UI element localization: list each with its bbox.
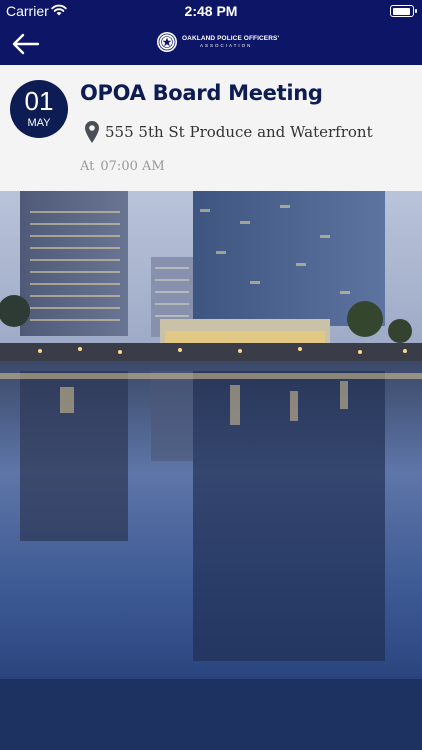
logo-subtitle: ASSOCIATION bbox=[200, 43, 253, 48]
event-location[interactable]: 555 5th St Produce and Waterfront bbox=[105, 123, 373, 141]
date-badge: 01 MAY bbox=[10, 80, 68, 138]
event-day: 01 bbox=[24, 86, 54, 116]
event-time-prefix: At bbox=[80, 159, 95, 174]
map-pin-icon bbox=[85, 121, 99, 143]
nav-bar: OAKLAND POLICE OFFICERS' ASSOCIATION bbox=[0, 22, 422, 65]
status-bar: Carrier 2:48 PM bbox=[0, 0, 422, 22]
event-title: OPOA Board Meeting bbox=[80, 81, 323, 105]
event-month: MAY bbox=[27, 117, 51, 129]
footer-band bbox=[0, 679, 422, 750]
arrow-left-icon[interactable] bbox=[8, 30, 42, 58]
event-photo bbox=[0, 191, 422, 679]
badge-seal-icon bbox=[157, 32, 177, 52]
status-time: 2:48 PM bbox=[184, 3, 238, 19]
event-time-row: At 07:00 AM bbox=[80, 159, 165, 174]
battery-icon bbox=[390, 5, 417, 17]
event-time: 07:00 AM bbox=[100, 159, 165, 174]
event-card: 01 MAY OPOA Board Meeting 555 5th St Pro… bbox=[0, 65, 422, 191]
opoa-logo: OAKLAND POLICE OFFICERS' ASSOCIATION bbox=[156, 31, 279, 55]
logo-title: OAKLAND POLICE OFFICERS' bbox=[182, 35, 280, 42]
